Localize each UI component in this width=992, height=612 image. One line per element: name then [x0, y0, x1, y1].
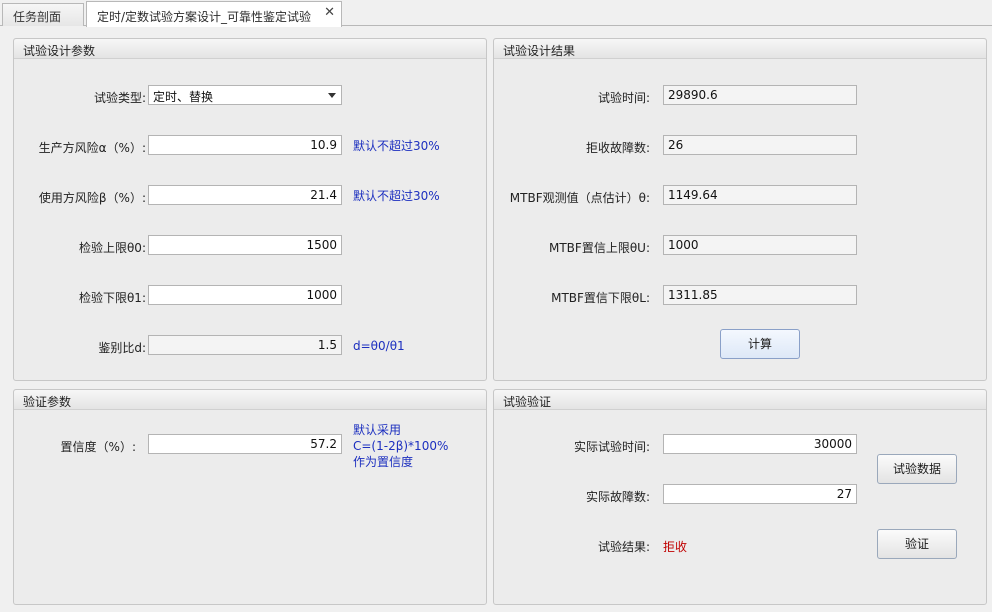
reject-failures-field: 26 — [663, 135, 857, 155]
tab-mission-profile[interactable]: 任务剖面 — [2, 3, 84, 26]
discrimination-ratio-field: 1.5 — [148, 335, 342, 355]
discrimination-ratio-hint: d=θ0/θ1 — [353, 339, 405, 353]
upper-limit-input[interactable]: 1500 — [148, 235, 342, 255]
producer-risk-hint: 默认不超过30% — [353, 139, 440, 153]
producer-risk-label: 生产方风险α（%）: — [38, 141, 146, 155]
actual-failures-label: 实际故障数: — [585, 490, 650, 504]
test-result-value: 拒收 — [663, 540, 688, 554]
test-result-label: 试验结果: — [597, 540, 650, 554]
mtbf-upper-field: 1000 — [663, 235, 857, 255]
confidence-input[interactable]: 57.2 — [148, 434, 342, 454]
test-type-select[interactable]: 定时、替换 — [148, 85, 342, 105]
confidence-hint-line-3: 作为置信度 — [353, 455, 414, 469]
confidence-label: 置信度（%）: — [60, 440, 136, 454]
test-type-value: 定时、替换 — [153, 90, 214, 104]
actual-test-time-label: 实际试验时间: — [573, 440, 650, 454]
panel-title: 试验设计参数 — [14, 39, 486, 59]
actual-test-time-input[interactable]: 30000 — [663, 434, 857, 454]
upper-limit-label: 检验上限θ0: — [78, 241, 146, 255]
actual-failures-input[interactable]: 27 — [663, 484, 857, 504]
lower-limit-input[interactable]: 1000 — [148, 285, 342, 305]
tab-bar: 任务剖面 定时/定数试验方案设计_可靠性鉴定试验 ✕ — [0, 0, 992, 27]
chevron-down-icon — [328, 93, 336, 98]
panel-title: 试验验证 — [494, 390, 986, 410]
mtbf-lower-label: MTBF置信下限θL: — [551, 291, 650, 305]
mtbf-observed-label: MTBF观测值（点估计）θ: — [509, 191, 650, 205]
user-risk-input[interactable]: 21.4 — [148, 185, 342, 205]
user-risk-label: 使用方风险β（%）: — [38, 191, 146, 205]
lower-limit-label: 检验下限θ1: — [78, 291, 146, 305]
discrimination-ratio-label: 鉴别比d: — [98, 341, 146, 355]
confidence-hint-line-1: 默认采用 — [353, 423, 402, 437]
confidence-hint-line-2: C=(1-2β)*100% — [353, 439, 449, 453]
reject-failures-label: 拒收故障数: — [585, 141, 650, 155]
calculate-button[interactable]: 计算 — [720, 329, 800, 359]
test-type-label: 试验类型: — [93, 91, 146, 105]
producer-risk-input[interactable]: 10.9 — [148, 135, 342, 155]
mtbf-lower-field: 1311.85 — [663, 285, 857, 305]
mtbf-upper-label: MTBF置信上限θU: — [549, 241, 650, 255]
close-icon[interactable]: ✕ — [324, 5, 335, 20]
verify-button[interactable]: 验证 — [877, 529, 957, 559]
mtbf-observed-field: 1149.64 — [663, 185, 857, 205]
panel-title: 试验设计结果 — [494, 39, 986, 59]
tab-label: 任务剖面 — [13, 10, 62, 24]
design-params-panel: 试验设计参数 试验类型: 定时、替换 生产方风险α（%）: 10.9 默认不超过… — [13, 38, 487, 381]
tab-label: 定时/定数试验方案设计_可靠性鉴定试验 — [97, 10, 312, 24]
panel-title: 验证参数 — [14, 390, 486, 410]
user-risk-hint: 默认不超过30% — [353, 189, 440, 203]
design-results-panel: 试验设计结果 试验时间: 29890.6 拒收故障数: 26 MTBF观测值（点… — [493, 38, 987, 381]
verify-params-panel: 验证参数 置信度（%）: 57.2 默认采用 C=(1-2β)*100% 作为置… — [13, 389, 487, 605]
test-time-field: 29890.6 — [663, 85, 857, 105]
test-data-button[interactable]: 试验数据 — [877, 454, 957, 484]
test-verify-panel: 试验验证 实际试验时间: 30000 实际故障数: 27 试验结果: 拒收 试验… — [493, 389, 987, 605]
tab-test-plan-design[interactable]: 定时/定数试验方案设计_可靠性鉴定试验 ✕ — [86, 1, 342, 27]
test-time-label: 试验时间: — [597, 91, 650, 105]
